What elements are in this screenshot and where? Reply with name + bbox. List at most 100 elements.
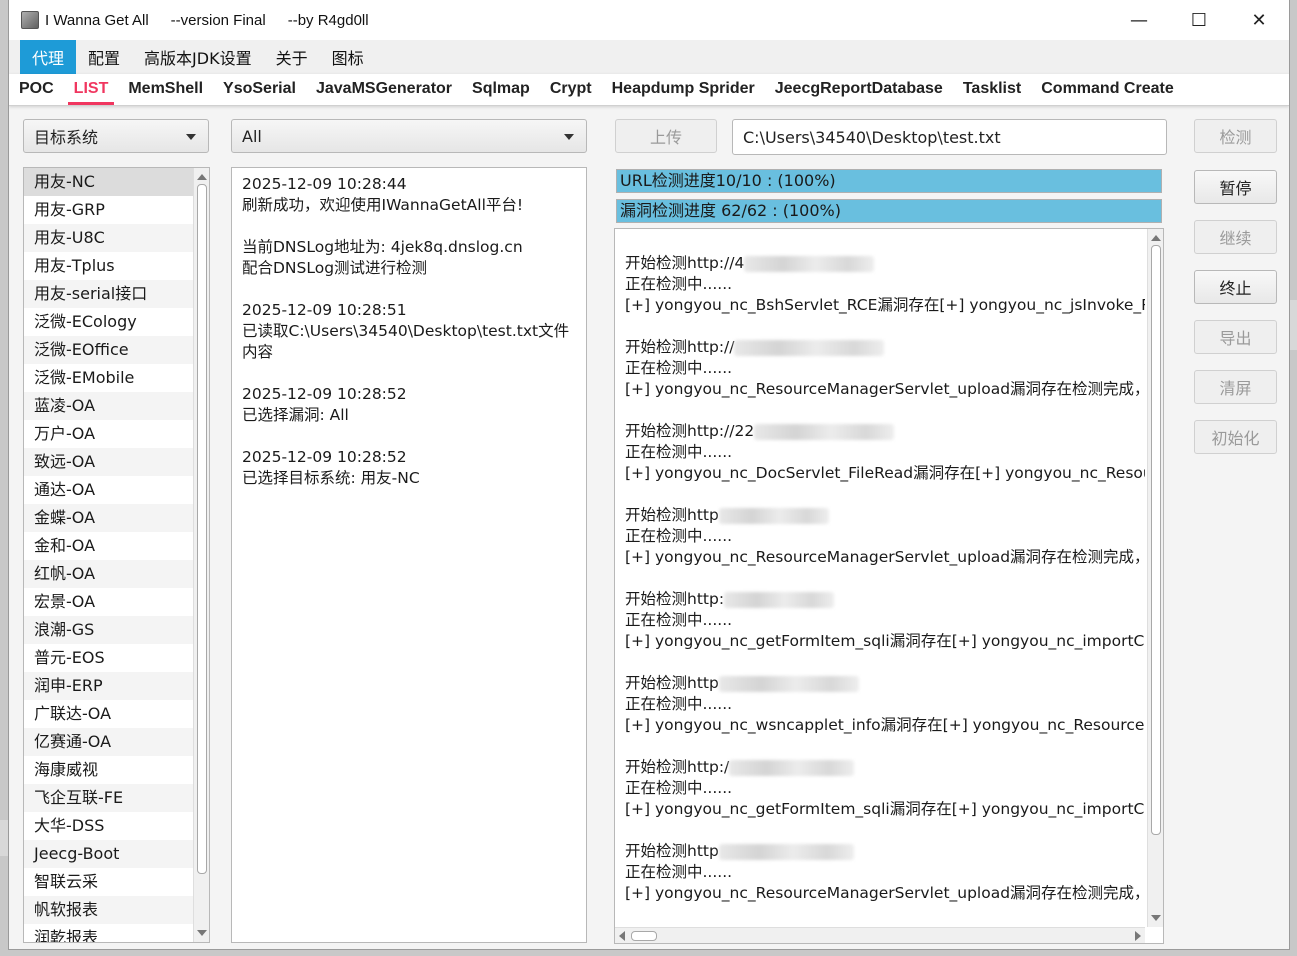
system-list-item[interactable]: 通达-OA <box>24 476 209 504</box>
log-timestamp: 2025-12-09 10:28:51 <box>242 301 407 319</box>
system-list-item[interactable]: 用友-Tplus <box>24 252 209 280</box>
system-list-item[interactable]: 红帆-OA <box>24 560 209 588</box>
system-list-item[interactable]: 润申-ERP <box>24 672 209 700</box>
log-timestamp: 2025-12-09 10:28:44 <box>242 175 407 193</box>
results-horizontal-scrollbar[interactable] <box>615 927 1145 943</box>
file-path-input[interactable]: C:\Users\34540\Desktop\test.txt <box>732 119 1167 155</box>
minimize-button[interactable]: — <box>1109 0 1169 40</box>
pause-button[interactable]: 暂停 <box>1194 170 1277 204</box>
results-vertical-scrollbar[interactable] <box>1147 229 1163 927</box>
menu-config[interactable]: 配置 <box>76 40 132 74</box>
system-list-item[interactable]: 金和-OA <box>24 532 209 560</box>
result-target-line: 开始检测http:// <box>625 337 1145 358</box>
system-list-item[interactable]: 亿赛通-OA <box>24 728 209 756</box>
log-entry: 2025-12-09 10:28:51 已读取C:\Users\34540\Des… <box>242 300 576 363</box>
system-list-item[interactable]: 浪潮-GS <box>24 616 209 644</box>
scroll-right-icon[interactable] <box>1135 931 1141 941</box>
tab-jeecgreportdatabase[interactable]: JeecgReportDatabase <box>765 73 953 105</box>
log-line: 刷新成功，欢迎使用IWannaGetAll平台! <box>242 196 524 214</box>
result-finding-line: [+] yongyou_nc_getFormItem_sqli漏洞存在[+] y… <box>625 632 1145 650</box>
redacted-address <box>718 843 854 860</box>
tab-javamsgenerator[interactable]: JavaMSGenerator <box>306 73 462 105</box>
system-list-scrollbar[interactable] <box>193 168 209 942</box>
result-status-line: 正在检测中...... <box>625 275 733 293</box>
vulnerability-value: All <box>242 126 262 146</box>
redacted-address <box>729 759 855 776</box>
title-version: --version Final <box>170 11 266 29</box>
scroll-up-icon[interactable] <box>197 174 207 180</box>
url-progress-label: URL检测进度10/10 : (100%) <box>620 171 836 190</box>
log-line: 当前DNSLog地址为: 4jek8q.dnslog.cn <box>242 238 523 256</box>
redacted-address <box>744 255 875 272</box>
system-list-item[interactable]: 蓝凌-OA <box>24 392 209 420</box>
result-target-line: 开始检测http <box>625 673 1145 694</box>
tab-heapdump-sprider[interactable]: Heapdump Sprider <box>602 73 765 105</box>
system-list-item[interactable]: 广联达-OA <box>24 700 209 728</box>
system-list-item[interactable]: 润乾报表 <box>24 924 209 942</box>
system-list-item[interactable]: 用友-serial接口 <box>24 280 209 308</box>
log-entry: 2025-12-09 10:28:52 已选择漏洞: All <box>242 384 576 426</box>
upload-button[interactable]: 上传 <box>615 119 717 153</box>
init-button[interactable]: 初始化 <box>1194 420 1277 454</box>
scroll-up-icon[interactable] <box>1151 235 1161 241</box>
system-list-item[interactable]: Jeecg-Boot <box>24 840 209 868</box>
tab-poc[interactable]: POC <box>9 73 64 105</box>
scroll-thumb[interactable] <box>197 184 207 874</box>
menu-icon[interactable]: 图标 <box>320 40 376 74</box>
tab-sqlmap[interactable]: Sqlmap <box>462 73 540 105</box>
system-list-item[interactable]: 智联云采 <box>24 868 209 896</box>
menu-about[interactable]: 关于 <box>264 40 320 74</box>
system-list-item[interactable]: 大华-DSS <box>24 812 209 840</box>
tab-command-create[interactable]: Command Create <box>1031 73 1183 105</box>
tab-list[interactable]: LIST <box>64 73 119 105</box>
system-list-item[interactable]: 泛微-EMobile <box>24 364 209 392</box>
result-finding-line: [+] yongyou_nc_ResourceManagerServlet_up… <box>625 380 1145 398</box>
tab-memshell[interactable]: MemShell <box>118 73 213 105</box>
system-list-item[interactable]: 用友-GRP <box>24 196 209 224</box>
log-entry: 2025-12-09 10:28:52 已选择目标系统: 用友-NC <box>242 447 576 489</box>
result-status-line: 正在检测中...... <box>625 359 733 377</box>
detect-button[interactable]: 检测 <box>1194 119 1277 153</box>
vulnerability-select[interactable]: All <box>231 119 587 153</box>
system-list-item[interactable]: 万户-OA <box>24 420 209 448</box>
background-window-edge <box>1290 300 1297 350</box>
window-controls: — ☐ ✕ <box>1109 0 1289 40</box>
system-list-item[interactable]: 普元-EOS <box>24 644 209 672</box>
target-system-select[interactable]: 目标系统 <box>23 119 209 153</box>
system-list-item[interactable]: 帆软报表 <box>24 896 209 924</box>
scroll-down-icon[interactable] <box>197 930 207 936</box>
result-target-line: 开始检测http <box>625 505 1145 526</box>
result-entry: 开始检测http://22 正在检测中...... [+] yongyou_nc_D… <box>625 421 1145 484</box>
maximize-button[interactable]: ☐ <box>1169 0 1229 40</box>
tab-ysoserial[interactable]: YsoSerial <box>213 73 306 105</box>
result-finding-line: [+] yongyou_nc_BshServlet_RCE漏洞存在[+] yon… <box>625 296 1145 314</box>
menu-jdk-settings[interactable]: 高版本JDK设置 <box>132 40 264 74</box>
clear-button[interactable]: 清屏 <box>1194 370 1277 404</box>
log-line: 配合DNSLog测试进行检测 <box>242 259 428 277</box>
file-path-value: C:\Users\34540\Desktop\test.txt <box>743 127 1001 147</box>
title-app-name: I Wanna Get All <box>45 11 149 29</box>
system-list-item[interactable]: 泛微-ECology <box>24 308 209 336</box>
result-target-prefix: 开始检测http <box>625 842 719 860</box>
scroll-down-icon[interactable] <box>1151 915 1161 921</box>
close-button[interactable]: ✕ <box>1229 0 1289 40</box>
menu-proxy[interactable]: 代理 <box>20 40 77 74</box>
system-list-item[interactable]: 飞企互联-FE <box>24 784 209 812</box>
scroll-thumb[interactable] <box>1151 245 1161 835</box>
tab-crypt[interactable]: Crypt <box>540 73 602 105</box>
stop-button[interactable]: 终止 <box>1194 270 1277 304</box>
tab-tasklist[interactable]: Tasklist <box>953 73 1031 105</box>
system-list-item[interactable]: 金蝶-OA <box>24 504 209 532</box>
scroll-thumb[interactable] <box>631 931 657 941</box>
system-list-item[interactable]: 致远-OA <box>24 448 209 476</box>
log-entry: 2025-12-09 10:28:44 刷新成功，欢迎使用IWannaGetAll… <box>242 174 576 279</box>
resume-button[interactable]: 继续 <box>1194 220 1277 254</box>
system-list-item[interactable]: 泛微-EOffice <box>24 336 209 364</box>
scroll-left-icon[interactable] <box>619 931 625 941</box>
export-button[interactable]: 导出 <box>1194 320 1277 354</box>
system-list-item[interactable]: 海康威视 <box>24 756 209 784</box>
system-list-item[interactable]: 宏景-OA <box>24 588 209 616</box>
system-items: 用友-NC 用友-GRP 用友-U8C 用友-Tplus 用友-serial接口 泛微-E… <box>24 168 209 942</box>
system-list-item[interactable]: 用友-NC <box>24 168 209 196</box>
system-list-item[interactable]: 用友-U8C <box>24 224 209 252</box>
